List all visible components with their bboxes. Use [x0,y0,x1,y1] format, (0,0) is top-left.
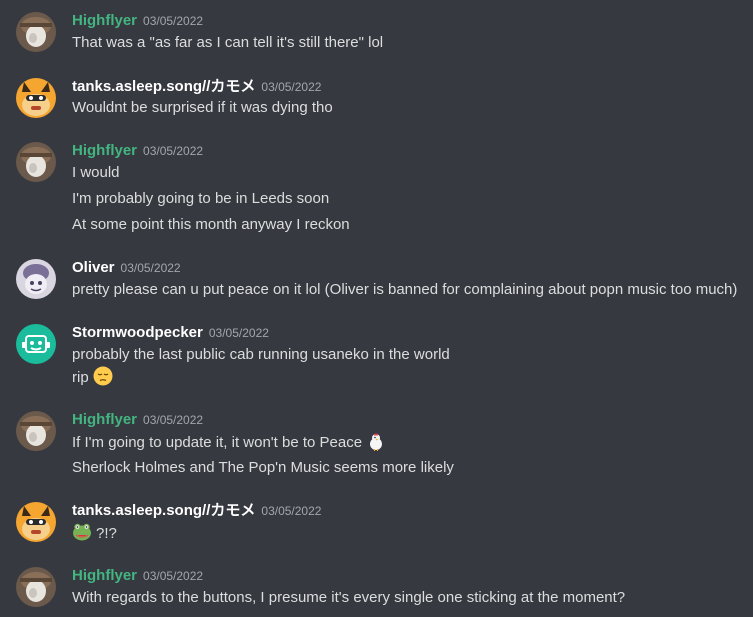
timestamp[interactable]: 03/05/2022 [143,413,203,427]
avatar[interactable] [16,502,56,542]
message-text: With regards to the buttons, I presume i… [72,589,626,606]
frog-emoji-icon[interactable] [72,522,92,542]
message-text: rip [72,369,89,386]
avatar[interactable] [16,567,56,607]
message-header: tanks.asleep.song//カモメ 03/05/2022 [72,77,321,97]
highflyer-avatar-icon [16,142,56,182]
username[interactable]: Oliver [72,259,115,276]
message-header: Highflyer 03/05/2022 [72,141,203,161]
message-text: pretty please can u put peace on it lol … [72,281,738,298]
message-text: Wouldnt be surprised if it was dying tho [72,99,333,116]
message-header: Oliver 03/05/2022 [72,258,181,278]
avatar[interactable] [16,259,56,299]
avatar[interactable] [16,78,56,118]
stormwoodpecker-avatar-icon [16,324,56,364]
message-text: Sherlock Holmes and The Pop'n Music seem… [72,459,454,476]
chicken-emoji-icon[interactable] [366,431,386,451]
avatar[interactable] [16,12,56,52]
message-text: If I'm going to update it, it won't be t… [72,434,363,451]
message-text-line: If I'm going to update it, it won't be t… [72,431,386,454]
tanks-avatar-icon [16,502,56,542]
timestamp[interactable]: 03/05/2022 [143,14,203,28]
pensive-face-emoji-icon[interactable] [93,366,113,386]
oliver-avatar-icon [16,259,56,299]
message-text: That was a "as far as I can tell it's st… [72,34,384,51]
username[interactable]: Stormwoodpecker [72,324,203,341]
username[interactable]: Highflyer [72,12,137,29]
message-text-line: ?!? [72,522,117,545]
username[interactable]: tanks.asleep.song//カモメ [72,78,255,95]
username[interactable]: Highflyer [72,142,137,159]
message-text: I'm probably going to be in Leeds soon [72,190,330,207]
username[interactable]: Highflyer [72,411,137,428]
username[interactable]: Highflyer [72,567,137,584]
highflyer-avatar-icon [16,411,56,451]
message-header: Stormwoodpecker 03/05/2022 [72,323,269,343]
avatar[interactable] [16,142,56,182]
message-header: Highflyer 03/05/2022 [72,566,203,586]
chat-message-list: Highflyer 03/05/2022 That was a "as far a… [0,0,753,617]
message-text: probably the last public cab running usa… [72,346,450,363]
message-text: I would [72,164,120,181]
timestamp[interactable]: 03/05/2022 [209,326,269,340]
username[interactable]: tanks.asleep.song//カモメ [72,502,255,519]
avatar[interactable] [16,324,56,364]
avatar[interactable] [16,411,56,451]
tanks-avatar-icon [16,78,56,118]
message-text-line: rip [72,366,113,389]
timestamp[interactable]: 03/05/2022 [143,569,203,583]
message-header: Highflyer 03/05/2022 [72,410,203,430]
highflyer-avatar-icon [16,567,56,607]
timestamp[interactable]: 03/05/2022 [261,80,321,94]
timestamp[interactable]: 03/05/2022 [143,144,203,158]
message-text: ?!? [96,525,117,542]
timestamp[interactable]: 03/05/2022 [121,261,181,275]
timestamp[interactable]: 03/05/2022 [261,504,321,518]
message-text: At some point this month anyway I reckon [72,216,350,233]
message-header: Highflyer 03/05/2022 [72,11,203,31]
highflyer-avatar-icon [16,12,56,52]
message-header: tanks.asleep.song//カモメ 03/05/2022 [72,501,321,521]
